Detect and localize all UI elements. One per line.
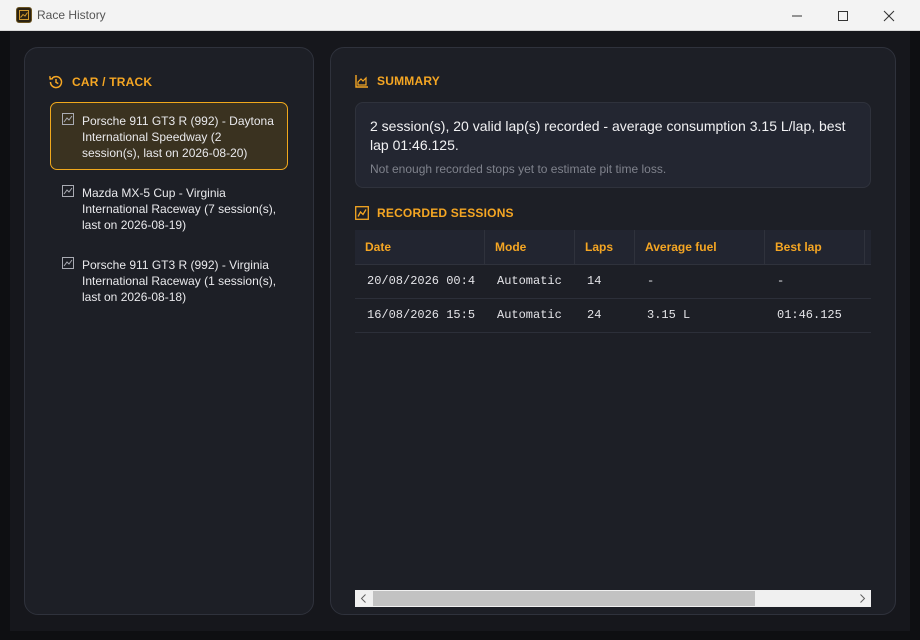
- column-header-mode[interactable]: Mode: [485, 230, 575, 264]
- cell-average-fuel: 3.15 L: [647, 308, 691, 322]
- car-track-item-2[interactable]: Mazda MX-5 Cup - Virginia International …: [50, 174, 288, 242]
- cell-mode: Automatic: [497, 308, 562, 322]
- sessions-table[interactable]: Date Mode Laps Average fuel Best lap 20/…: [355, 230, 871, 592]
- summary-box: 2 session(s), 20 valid lap(s) recorded -…: [355, 102, 871, 188]
- car-track-item-label: Porsche 911 GT3 R (992) - Virginia Inter…: [82, 258, 277, 304]
- maximize-button[interactable]: [820, 0, 866, 31]
- area-chart-icon: [355, 75, 368, 88]
- window-title: Race History: [37, 8, 106, 22]
- table-row[interactable]: 20/08/2026 00:4 Automatic 14 - -: [355, 264, 871, 299]
- chart-icon: [62, 185, 74, 197]
- car-track-panel: CAR / TRACK Porsche 911 GT3 R (992) - Da…: [24, 47, 314, 615]
- maximize-icon: [838, 11, 848, 21]
- sessions-header: RECORDED SESSIONS: [355, 206, 514, 220]
- summary-title: SUMMARY: [377, 74, 440, 88]
- car-track-title: CAR / TRACK: [72, 75, 153, 89]
- table-header: Date Mode Laps Average fuel Best lap: [355, 230, 871, 265]
- history-icon: [49, 75, 63, 89]
- cell-best-lap: -: [777, 274, 785, 288]
- chevron-right-icon[interactable]: [858, 594, 866, 603]
- column-header-best-lap[interactable]: Best lap: [765, 230, 865, 264]
- close-button[interactable]: [866, 0, 912, 31]
- car-track-item-label: Mazda MX-5 Cup - Virginia International …: [82, 186, 277, 232]
- content-area: CAR / TRACK Porsche 911 GT3 R (992) - Da…: [10, 31, 910, 631]
- cell-average-fuel: -: [647, 274, 655, 288]
- column-header-laps[interactable]: Laps: [575, 230, 635, 264]
- app-icon: [16, 7, 32, 23]
- summary-note: Not enough recorded stops yet to estimat…: [370, 162, 667, 176]
- chart-icon: [62, 113, 74, 125]
- car-track-header: CAR / TRACK: [48, 74, 152, 90]
- column-header-average-fuel[interactable]: Average fuel: [635, 230, 765, 264]
- cell-laps: 24: [587, 308, 602, 322]
- cell-date: 16/08/2026 15:5: [367, 308, 476, 322]
- column-header-date[interactable]: Date: [355, 230, 485, 264]
- cell-laps: 14: [587, 274, 602, 288]
- cell-mode: Automatic: [497, 274, 562, 288]
- scrollbar-thumb[interactable]: [373, 591, 755, 606]
- details-panel: SUMMARY 2 session(s), 20 valid lap(s) re…: [330, 47, 896, 615]
- table-row[interactable]: 16/08/2026 15:5 Automatic 24 3.15 L 01:4…: [355, 298, 871, 333]
- car-track-item-label: Porsche 911 GT3 R (992) - Daytona Intern…: [82, 114, 274, 160]
- close-icon: [883, 10, 895, 22]
- horizontal-scrollbar[interactable]: [355, 590, 871, 607]
- minimize-icon: [792, 15, 802, 17]
- car-track-item-3[interactable]: Porsche 911 GT3 R (992) - Virginia Inter…: [50, 246, 288, 314]
- summary-header: SUMMARY: [355, 74, 440, 88]
- cell-best-lap: 01:46.125: [777, 308, 842, 322]
- car-track-item-1[interactable]: Porsche 911 GT3 R (992) - Daytona Intern…: [50, 102, 288, 170]
- line-chart-icon: [355, 206, 369, 220]
- chart-icon: [62, 257, 74, 269]
- minimize-button[interactable]: [774, 0, 820, 31]
- app-window: Race History CAR / TRACK Porsche 911 GT3…: [0, 0, 920, 640]
- sessions-title: RECORDED SESSIONS: [377, 206, 514, 220]
- chevron-left-icon[interactable]: [360, 594, 368, 603]
- cell-date: 20/08/2026 00:4: [367, 274, 476, 288]
- summary-text: 2 session(s), 20 valid lap(s) recorded -…: [370, 118, 846, 153]
- title-bar[interactable]: Race History: [0, 0, 920, 31]
